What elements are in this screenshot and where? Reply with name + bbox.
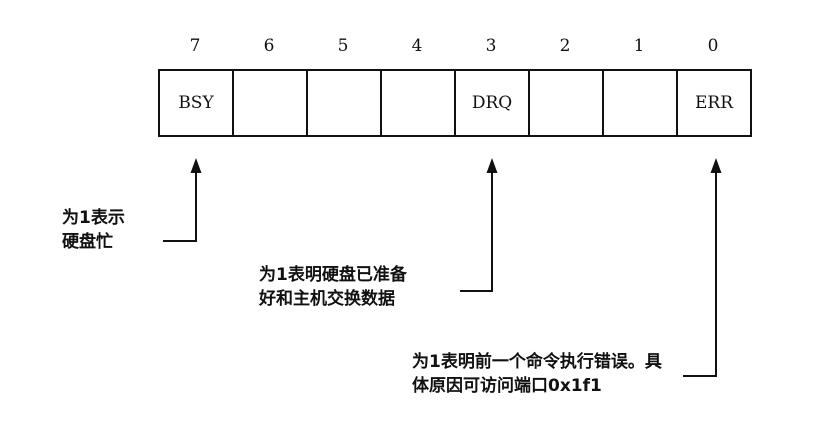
drq-annotation: 为1表明硬盘已准备 好和主机交换数据 (259, 263, 407, 311)
bsy-arrowhead-icon (190, 158, 202, 173)
drq-leader-line (460, 172, 493, 292)
err-annotation-line-1: 为1表明前一个命令执行错误。具 (412, 352, 662, 372)
err-arrowhead-icon (710, 158, 722, 173)
bsy-annotation-line-2: 硬盘忙 (62, 232, 113, 252)
bsy-annotation-line-1: 为1表示 (62, 208, 125, 228)
drq-annotation-line-1: 为1表明硬盘已准备 (259, 265, 407, 285)
drq-arrowhead-icon (486, 158, 498, 173)
err-leader-line (683, 172, 717, 377)
err-annotation: 为1表明前一个命令执行错误。具 体原因可访问端口0x1f1 (412, 350, 662, 398)
err-annotation-line-2: 体原因可访问端口0x1f1 (412, 376, 602, 396)
bsy-leader-line (163, 172, 197, 242)
status-register-diagram: 7 6 5 4 3 2 1 0 BSY DRQ ERR 为1表示 硬盘忙 为1表… (0, 0, 832, 422)
drq-annotation-line-2: 好和主机交换数据 (259, 289, 395, 309)
bsy-annotation: 为1表示 硬盘忙 (62, 206, 125, 254)
